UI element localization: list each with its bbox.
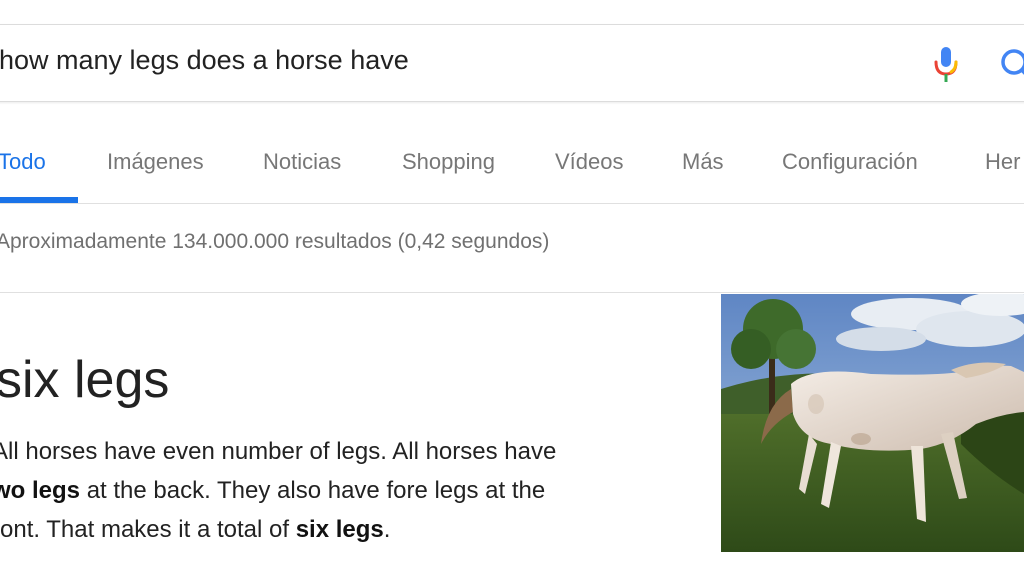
snippet-text: . — [383, 516, 391, 543]
snippet-line: All horses have even number of legs. All… — [0, 432, 682, 471]
horse-image[interactable] — [721, 294, 1024, 552]
tab-configuracion[interactable]: Configuración — [782, 149, 918, 175]
tab-herramientas[interactable]: Her — [985, 149, 1020, 175]
search-box[interactable]: how many legs does a horse have — [0, 24, 1024, 102]
tab-noticias[interactable]: Noticias — [263, 149, 341, 175]
featured-snippet-text: All horses have even number of legs. All… — [0, 432, 682, 549]
tab-imagenes[interactable]: Imágenes — [107, 149, 204, 175]
featured-answer-title: six legs — [0, 351, 170, 409]
tab-videos[interactable]: Vídeos — [555, 149, 624, 175]
result-stats: Aproximadamente 134.000.000 resultados (… — [0, 230, 550, 253]
search-icon[interactable] — [998, 45, 1024, 85]
snippet-text: ront. That makes it a total of — [0, 516, 296, 543]
tab-mas[interactable]: Más — [682, 149, 724, 175]
snippet-text: at the back. They also have fore legs at… — [80, 477, 546, 504]
snippet-text: All horses have even number of legs. All… — [0, 438, 557, 465]
snippet-bold-text: six legs — [295, 516, 384, 543]
snippet-line: wo legs at the back. They also have fore… — [0, 471, 682, 510]
top-spacer — [0, 0, 1024, 24]
tab-shopping[interactable]: Shopping — [402, 149, 495, 175]
snippet-line: ront. That makes it a total of six legs. — [0, 510, 682, 549]
microphone-icon[interactable] — [931, 45, 961, 85]
snippet-bold-text: wo legs — [0, 477, 81, 504]
tabs-divider — [0, 203, 1024, 204]
search-input[interactable]: how many legs does a horse have — [0, 45, 409, 76]
search-results-page: how many legs does a horse have Todo Imá… — [0, 0, 1024, 576]
stats-divider — [0, 292, 1024, 293]
tab-todo[interactable]: Todo — [0, 149, 46, 175]
search-tabs: Todo Imágenes Noticias Shopping Vídeos M… — [0, 103, 1024, 203]
